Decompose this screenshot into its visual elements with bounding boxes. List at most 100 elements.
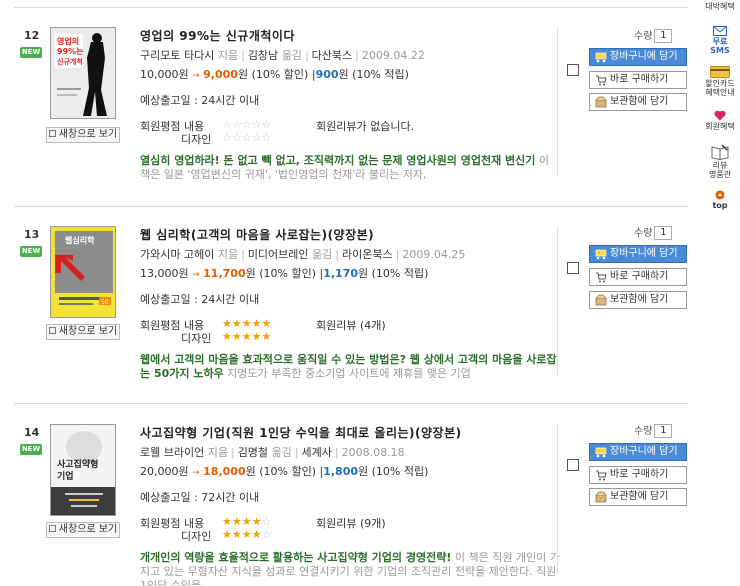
price-line: 13,000원 → 11,700원 (10% 할인) |1,170원 (10% …: [140, 267, 429, 280]
publisher[interactable]: 다산북스: [312, 49, 352, 62]
star-filled-icon: ★: [261, 330, 272, 343]
book-info: 영업의 99%는 신규개척이다 구리모토 타다시 지음 | 김창남 옮김 | 다산북스 |…: [140, 27, 560, 182]
ship-date: 예상출고일 : 24시간 이내: [140, 94, 260, 107]
select-checkbox[interactable]: [567, 459, 579, 471]
top-icon: [715, 190, 725, 200]
buy-now-button[interactable]: 바로 구매하기: [589, 466, 687, 484]
translator[interactable]: 미디어브레인: [248, 248, 309, 261]
save-wishlist-button[interactable]: 보관함에 담기: [589, 93, 687, 111]
author[interactable]: 로웰 브라이언: [140, 446, 204, 459]
svg-text:50: 50: [101, 299, 109, 306]
member-benefit-link[interactable]: 회원혜택: [700, 110, 740, 131]
star-empty-icon: ☆: [222, 131, 232, 144]
quantity-input[interactable]: 1: [654, 29, 673, 43]
author[interactable]: 구리모토 타다시: [140, 49, 214, 62]
add-to-cart-button[interactable]: 장바구니에 담기: [589, 443, 687, 461]
book-meta: 구리모토 타다시 지음 | 김창남 옮김 | 다산북스 | 2009.04.22: [140, 49, 425, 62]
design-label: 디자인: [181, 332, 212, 345]
translator[interactable]: 김창남: [248, 49, 278, 62]
price-line: 10,000원 → 9,000원 (10% 할인) |900원 (10% 적립): [140, 68, 409, 81]
cart-icon: [595, 52, 607, 63]
cart-icon: [595, 447, 607, 458]
book-meta: 가와시마 고헤이 지음 | 미디어브레인 옮김 | 라이온북스 | 2009.04.25: [140, 248, 466, 261]
review-count[interactable]: 회원리뷰 (9개): [316, 515, 386, 531]
list-price: 13,000원: [140, 267, 189, 280]
star-empty-icon: ☆: [251, 131, 262, 144]
svg-text:영업의: 영업의: [57, 36, 79, 46]
select-checkbox[interactable]: [567, 64, 579, 76]
divider: [14, 403, 688, 404]
star-filled-icon: ★: [251, 528, 262, 541]
sale-price: 11,700: [203, 267, 246, 280]
divider: [14, 206, 688, 207]
star-empty-icon: ☆: [251, 118, 262, 131]
publisher[interactable]: 라이온북스: [342, 248, 393, 261]
points: 1,800: [323, 465, 359, 478]
select-checkbox[interactable]: [567, 262, 579, 274]
discount-card-link[interactable]: 할인카드 혜택안내: [700, 66, 740, 97]
review-count[interactable]: 회원리뷰가 없습니다.: [316, 118, 414, 134]
book-cover[interactable]: 사고집약형 기업: [50, 424, 116, 516]
ship-date: 예상출고일 : 72시간 이내: [140, 491, 260, 504]
star-empty-icon: ☆: [222, 118, 232, 131]
content-stars: ★★★★☆: [222, 515, 271, 528]
cart-icon: [596, 272, 607, 283]
book-description: 열심히 영업하라! 돈 없고 빽 없고, 조직력까지 없는 문제 영업사원의 영…: [140, 154, 550, 181]
new-badge: NEW: [20, 47, 42, 58]
add-to-cart-button[interactable]: 장바구니에 담기: [589, 48, 687, 66]
star-filled-icon: ★: [261, 317, 272, 330]
book-cover[interactable]: 영업의 99%는 신규개척: [50, 27, 116, 119]
quantity: 수량 1: [634, 224, 673, 240]
star-filled-icon: ★: [241, 515, 252, 528]
design-stars: ★★★★☆: [222, 528, 271, 541]
star-empty-icon: ☆: [261, 131, 272, 144]
review-hall-link[interactable]: 리뷰 명품관: [700, 144, 740, 179]
review-count[interactable]: 회원리뷰 (4개): [316, 317, 386, 333]
book-title[interactable]: 사고집약형 기업(직원 1인당 수익을 최대로 올리는)(양장본): [140, 424, 560, 441]
arrow-icon: →: [192, 270, 200, 280]
preview-button[interactable]: 새창으로 보기: [46, 127, 120, 143]
buy-now-button[interactable]: 바로 구매하기: [589, 268, 687, 286]
book-cover[interactable]: 웹심리학 50: [50, 226, 116, 318]
star-filled-icon: ★: [222, 317, 232, 330]
add-to-cart-button[interactable]: 장바구니에 담기: [589, 245, 687, 263]
preview-button[interactable]: 새창으로 보기: [46, 522, 120, 538]
book-title[interactable]: 웹 심리학(고객의 마음을 사로잡는)(양장본): [140, 226, 560, 243]
heart-icon: [714, 110, 726, 121]
design-label: 디자인: [181, 530, 212, 543]
pub-date: 2009.04.22: [361, 49, 425, 62]
sms-link[interactable]: 무료 SMS: [700, 26, 740, 55]
star-empty-icon: ☆: [231, 118, 242, 131]
divider: [557, 27, 558, 177]
buy-now-button[interactable]: 바로 구매하기: [589, 71, 687, 89]
list-price: 10,000원: [140, 68, 189, 81]
book-info: 웹 심리학(고객의 마음을 사로잡는)(양장본) 가와시마 고헤이 지음 | 미디어…: [140, 226, 560, 381]
window-icon: [48, 130, 56, 137]
svg-text:사고집약형: 사고집약형: [57, 458, 98, 470]
translator[interactable]: 김명철: [238, 446, 268, 459]
svg-text:웹심리학: 웹심리학: [65, 235, 95, 245]
star-filled-icon: ★: [251, 317, 262, 330]
save-wishlist-button[interactable]: 보관함에 담기: [589, 488, 687, 506]
book-title[interactable]: 영업의 99%는 신규개척이다: [140, 27, 560, 44]
cart-icon: [595, 249, 607, 260]
star-filled-icon: ★: [251, 515, 262, 528]
star-filled-icon: ★: [222, 515, 232, 528]
quantity-input[interactable]: 1: [654, 424, 673, 438]
box-icon: [595, 294, 607, 306]
quantity-input[interactable]: 1: [654, 226, 673, 240]
book-info: 사고집약형 기업(직원 1인당 수익을 최대로 올리는)(양장본) 로웰 브라이…: [140, 424, 560, 586]
quick-menu-title: 대박혜택: [705, 2, 735, 11]
window-icon: [48, 327, 56, 334]
divider: [14, 7, 688, 8]
author[interactable]: 가와시마 고헤이: [140, 248, 214, 261]
rating-block: 회원평점 내용 ★★★★★ 회원리뷰 (4개) 디자인 ★★★★★: [140, 317, 560, 345]
star-filled-icon: ★: [231, 528, 242, 541]
save-wishlist-button[interactable]: 보관함에 담기: [589, 291, 687, 309]
back-to-top-link[interactable]: top: [700, 190, 740, 210]
publisher[interactable]: 세계사: [302, 446, 332, 459]
quantity: 수량 1: [634, 27, 673, 43]
star-empty-icon: ☆: [241, 118, 252, 131]
preview-button[interactable]: 새창으로 보기: [46, 324, 120, 340]
sale-price: 9,000: [203, 68, 238, 81]
